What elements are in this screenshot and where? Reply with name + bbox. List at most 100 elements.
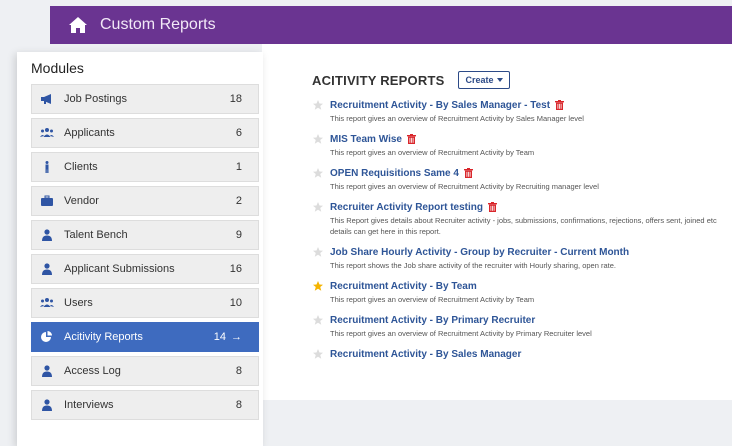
module-label: Applicants bbox=[64, 127, 115, 139]
megaphone-icon bbox=[40, 93, 54, 105]
user-icon bbox=[40, 365, 54, 377]
report-title-link[interactable]: Recruiter Activity Report testing bbox=[330, 202, 483, 213]
report-item: MIS Team Wise This report gives an overvi… bbox=[312, 133, 722, 158]
star-icon[interactable] bbox=[312, 133, 324, 145]
caret-down-icon bbox=[497, 78, 504, 82]
report-title-link[interactable]: Recruitment Activity - By Sales Manager bbox=[330, 349, 521, 360]
report-description: This report gives an overview of Recruit… bbox=[330, 114, 584, 123]
module-count: 10 bbox=[230, 297, 242, 309]
arrow-right-icon: → bbox=[231, 331, 242, 343]
report-title-link[interactable]: Recruitment Activity - By Sales Manager … bbox=[330, 100, 550, 111]
report-title-link[interactable]: MIS Team Wise bbox=[330, 134, 402, 145]
module-item-applicant-submissions[interactable]: Applicant Submissions 16 bbox=[31, 254, 259, 284]
module-count-value: 16 bbox=[229, 263, 242, 275]
module-count: 6 bbox=[236, 127, 242, 139]
module-label: Applicant Submissions bbox=[64, 263, 175, 275]
reports-heading: ACITIVITY REPORTS bbox=[312, 72, 445, 88]
module-item-users[interactable]: Users 10 bbox=[31, 288, 259, 318]
module-count: 16 bbox=[230, 263, 242, 275]
star-icon[interactable] bbox=[312, 201, 324, 213]
report-title-link[interactable]: Recruitment Activity - By Team bbox=[330, 281, 477, 292]
star-icon[interactable] bbox=[312, 99, 324, 111]
report-title-link[interactable]: OPEN Requisitions Same 4 bbox=[330, 168, 459, 179]
briefcase-icon bbox=[40, 195, 54, 207]
module-count-value: 10 bbox=[229, 297, 242, 309]
report-item: Recruitment Activity - By Primary Recrui… bbox=[312, 314, 722, 339]
module-label: Access Log bbox=[64, 365, 121, 377]
report-description: This report gives an overview of Recruit… bbox=[330, 148, 535, 157]
home-icon[interactable] bbox=[68, 16, 88, 34]
report-item: Recruitment Activity - By Sales Manager bbox=[312, 348, 722, 360]
module-count-value: 8 bbox=[235, 365, 242, 377]
module-count-value: 18 bbox=[229, 93, 242, 105]
module-item-clients[interactable]: Clients 1 bbox=[31, 152, 259, 182]
report-title-row: MIS Team Wise bbox=[312, 133, 722, 145]
star-icon[interactable] bbox=[312, 167, 324, 179]
module-item-talent-bench[interactable]: Talent Bench 9 bbox=[31, 220, 259, 250]
module-count: 18 bbox=[230, 93, 242, 105]
module-count: 14 → bbox=[214, 331, 242, 343]
report-title-row: Recruiter Activity Report testing bbox=[312, 201, 722, 213]
module-count-value: 2 bbox=[235, 195, 242, 207]
reports-header: ACITIVITY REPORTS Create bbox=[312, 71, 511, 89]
trash-icon[interactable] bbox=[555, 100, 565, 110]
module-count: 2 bbox=[236, 195, 242, 207]
module-count: 8 bbox=[236, 365, 242, 377]
create-button[interactable]: Create bbox=[458, 71, 511, 89]
module-count-value: 9 bbox=[235, 229, 242, 241]
report-item: Job Share Hourly Activity - Group by Rec… bbox=[312, 246, 722, 271]
report-title-link[interactable]: Job Share Hourly Activity - Group by Rec… bbox=[330, 247, 629, 258]
page-title: Custom Reports bbox=[100, 16, 216, 33]
module-count-value: 8 bbox=[235, 399, 242, 411]
report-item: Recruiter Activity Report testing This Re… bbox=[312, 201, 722, 237]
modules-list: Job Postings 18 Applicants 6 Clients 1 Vendor 2… bbox=[31, 84, 259, 424]
report-title-row: Recruitment Activity - By Sales Manager … bbox=[312, 99, 722, 111]
module-count: 8 bbox=[236, 399, 242, 411]
module-item-acitivity-reports[interactable]: Acitivity Reports 14 → bbox=[31, 322, 259, 352]
module-label: Acitivity Reports bbox=[64, 331, 143, 343]
module-item-vendor[interactable]: Vendor 2 bbox=[31, 186, 259, 216]
report-description: This report gives an overview of Recruit… bbox=[330, 329, 592, 338]
report-title-row: Recruitment Activity - By Team bbox=[312, 280, 722, 292]
report-description: This report shows the Job share activity… bbox=[330, 261, 616, 270]
star-filled-icon[interactable] bbox=[312, 280, 324, 292]
user-icon bbox=[40, 263, 54, 275]
star-icon[interactable] bbox=[312, 314, 324, 326]
top-header: Custom Reports bbox=[50, 6, 732, 44]
module-label: Clients bbox=[64, 161, 98, 173]
module-label: Vendor bbox=[64, 195, 99, 207]
report-description: This report gives an overview of Recruit… bbox=[330, 295, 535, 304]
trash-icon[interactable] bbox=[488, 202, 497, 212]
modules-panel: Modules Job Postings 18 Applicants 6 Clients… bbox=[17, 52, 263, 446]
module-label: Users bbox=[64, 297, 93, 309]
users-group-icon bbox=[40, 297, 54, 309]
star-icon[interactable] bbox=[312, 246, 324, 258]
module-label: Job Postings bbox=[64, 93, 127, 105]
report-item: Recruitment Activity - By Sales Manager … bbox=[312, 99, 722, 124]
report-description: This report gives an overview of Recruit… bbox=[330, 182, 599, 191]
module-count: 1 bbox=[236, 161, 242, 173]
users-group-icon bbox=[40, 127, 54, 139]
report-description: This Report gives details about Recruite… bbox=[330, 216, 717, 236]
module-item-applicants[interactable]: Applicants 6 bbox=[31, 118, 259, 148]
module-label: Interviews bbox=[64, 399, 114, 411]
trash-icon[interactable] bbox=[463, 168, 473, 178]
report-item: OPEN Requisitions Same 4 This report give… bbox=[312, 167, 722, 192]
report-title-row: OPEN Requisitions Same 4 bbox=[312, 167, 722, 179]
module-item-job-postings[interactable]: Job Postings 18 bbox=[31, 84, 259, 114]
module-count-value: 14 bbox=[213, 331, 226, 343]
module-item-interviews[interactable]: Interviews 8 bbox=[31, 390, 259, 420]
module-count: 9 bbox=[236, 229, 242, 241]
reports-content: ACITIVITY REPORTS Create Recruitment Act… bbox=[262, 44, 732, 400]
person-standing-icon bbox=[40, 161, 54, 173]
trash-icon[interactable] bbox=[406, 134, 416, 144]
module-item-access-log[interactable]: Access Log 8 bbox=[31, 356, 259, 386]
pie-chart-icon bbox=[40, 331, 54, 343]
report-title-row: Recruitment Activity - By Sales Manager bbox=[312, 348, 722, 360]
module-count-value: 1 bbox=[235, 161, 242, 173]
reports-list: Recruitment Activity - By Sales Manager … bbox=[312, 99, 722, 369]
report-title-link[interactable]: Recruitment Activity - By Primary Recrui… bbox=[330, 315, 535, 326]
user-icon bbox=[40, 399, 54, 411]
report-title-row: Job Share Hourly Activity - Group by Rec… bbox=[312, 246, 722, 258]
star-icon[interactable] bbox=[312, 348, 324, 360]
